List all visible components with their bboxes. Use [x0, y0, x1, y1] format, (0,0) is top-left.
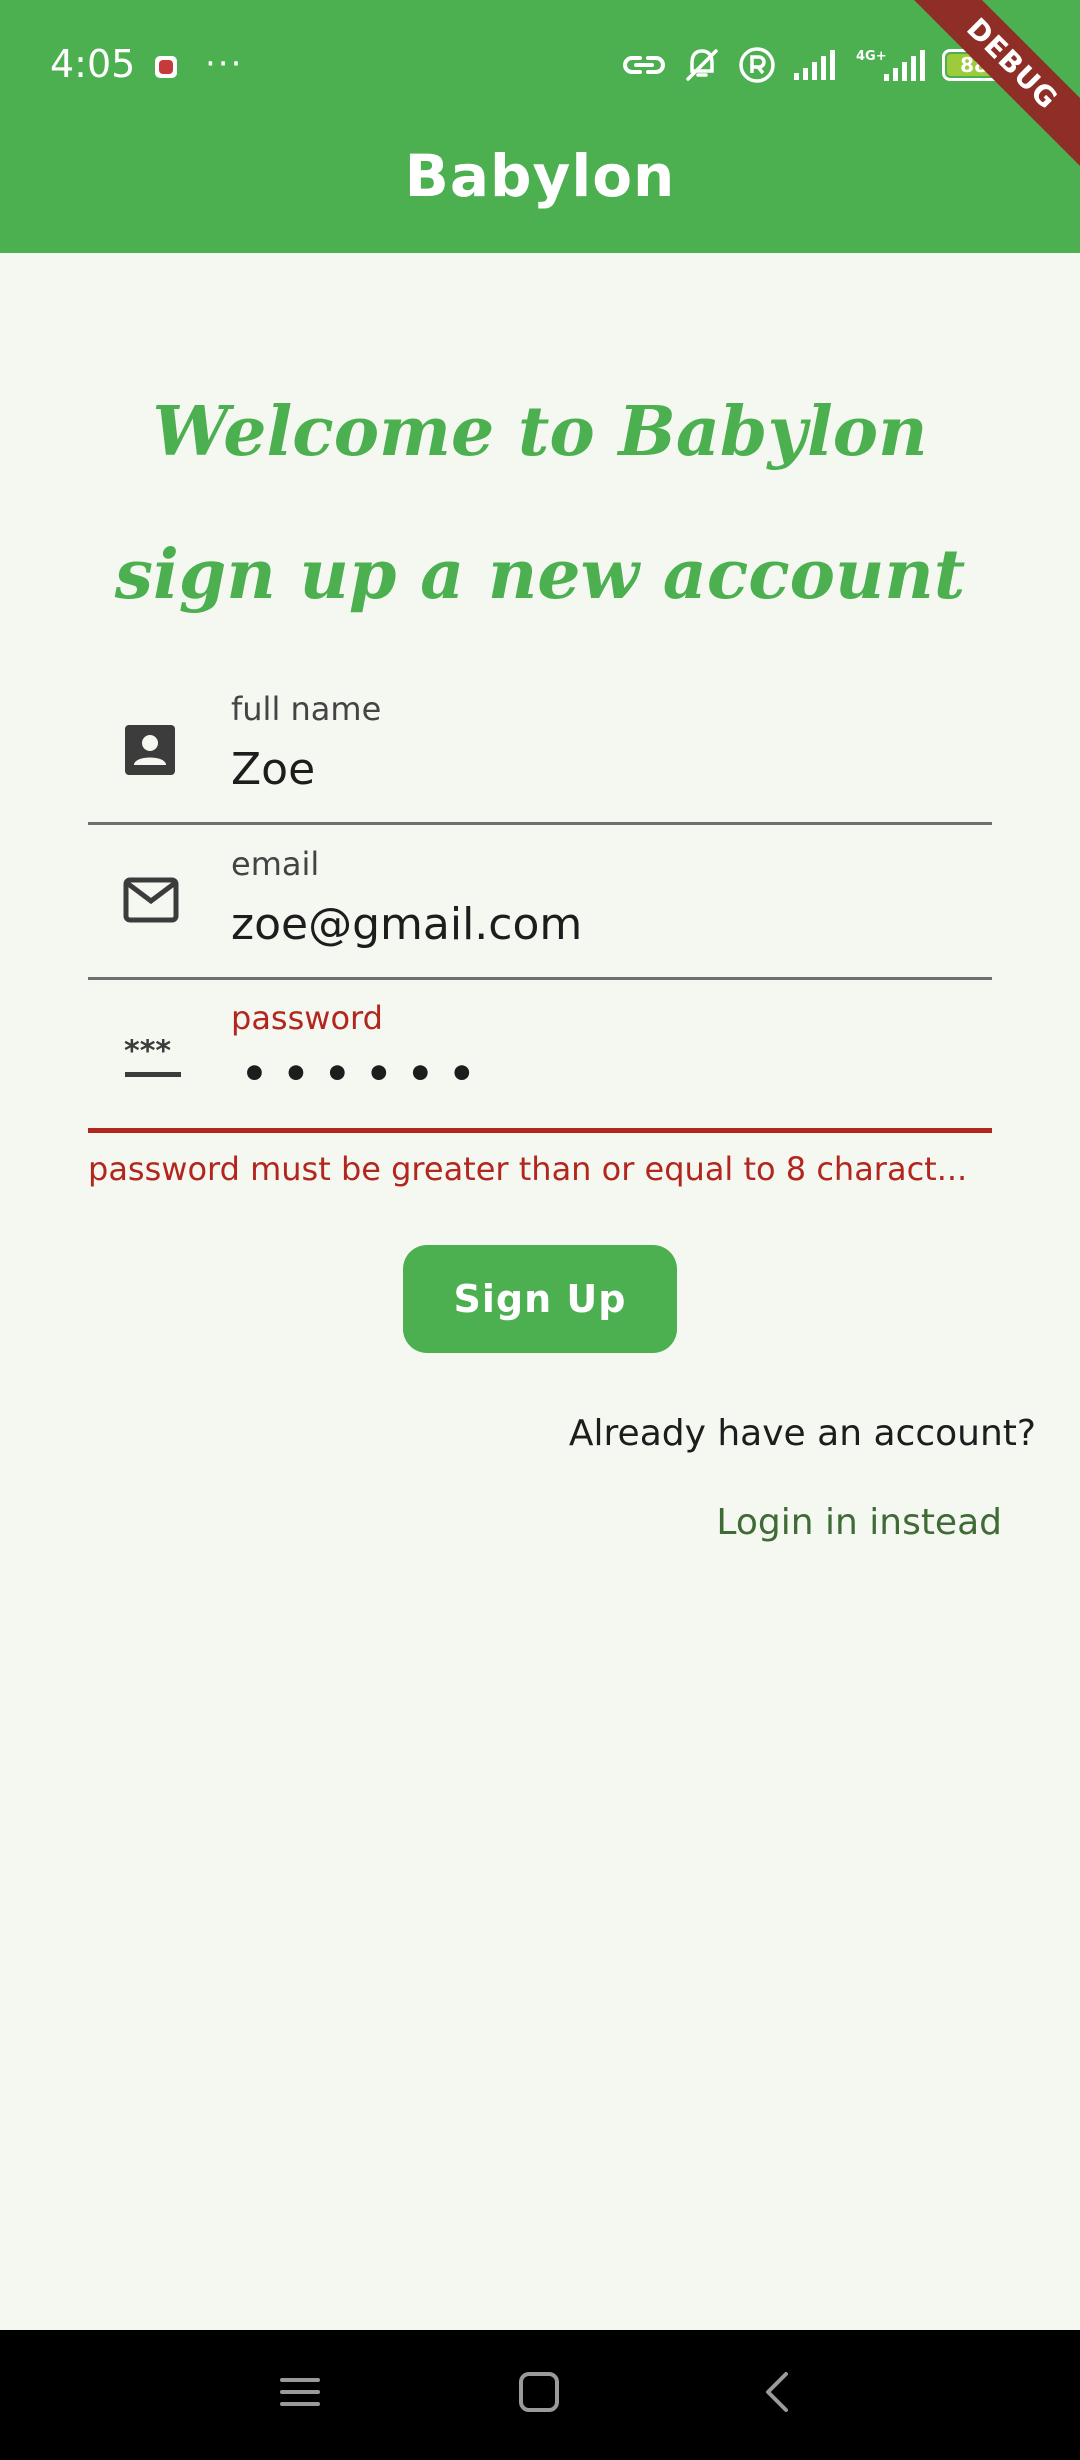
welcome-heading: Welcome to Babylon [152, 392, 928, 472]
app-bar: 4:05 ··· 4G+ 88 Babylon [0, 0, 1080, 253]
link-icon [623, 56, 665, 74]
status-time: 4:05 [50, 42, 136, 86]
email-input[interactable]: zoe@gmail.com [231, 899, 582, 950]
registered-icon [739, 47, 775, 83]
password-icon: *** [124, 1039, 181, 1077]
email-field[interactable]: email zoe@gmail.com [88, 845, 992, 981]
already-account-text: Already have an account? [568, 1413, 1036, 1454]
screen-record-icon [155, 56, 177, 78]
signup-subtitle: sign up a new account [114, 535, 966, 615]
menu-icon[interactable] [278, 2370, 322, 2414]
status-icons: 4G+ 88 [622, 40, 1006, 90]
mail-icon [123, 877, 179, 923]
password-input[interactable]: • • • • • • [241, 1049, 475, 1098]
contact-card-icon [125, 725, 175, 775]
overflow-dots: ··· [205, 44, 244, 84]
home-icon[interactable] [517, 2370, 561, 2414]
4g-signal-icon: 4G+ [856, 49, 925, 81]
full-name-label: full name [231, 690, 382, 728]
email-label: email [231, 845, 320, 883]
svg-text:***: *** [124, 1039, 171, 1069]
bell-off-icon [686, 49, 718, 81]
app-title: Babylon [404, 142, 676, 210]
signal-icon [794, 50, 835, 80]
email-underline [88, 977, 992, 980]
back-icon[interactable] [756, 2370, 800, 2414]
login-instead-link[interactable]: Login in instead [716, 1502, 1002, 1543]
full-name-field[interactable]: full name Zoe [88, 690, 992, 826]
password-label: password [231, 999, 383, 1037]
password-field[interactable]: *** password • • • • • • [88, 999, 992, 1135]
sign-up-button[interactable]: Sign Up [403, 1245, 677, 1353]
full-name-input[interactable]: Zoe [231, 744, 315, 795]
full-name-underline [88, 822, 992, 825]
password-underline [88, 1128, 992, 1133]
system-nav-bar [0, 2330, 1080, 2460]
svg-text:4G+: 4G+ [856, 49, 887, 64]
password-error: password must be greater than or equal t… [88, 1150, 968, 1188]
